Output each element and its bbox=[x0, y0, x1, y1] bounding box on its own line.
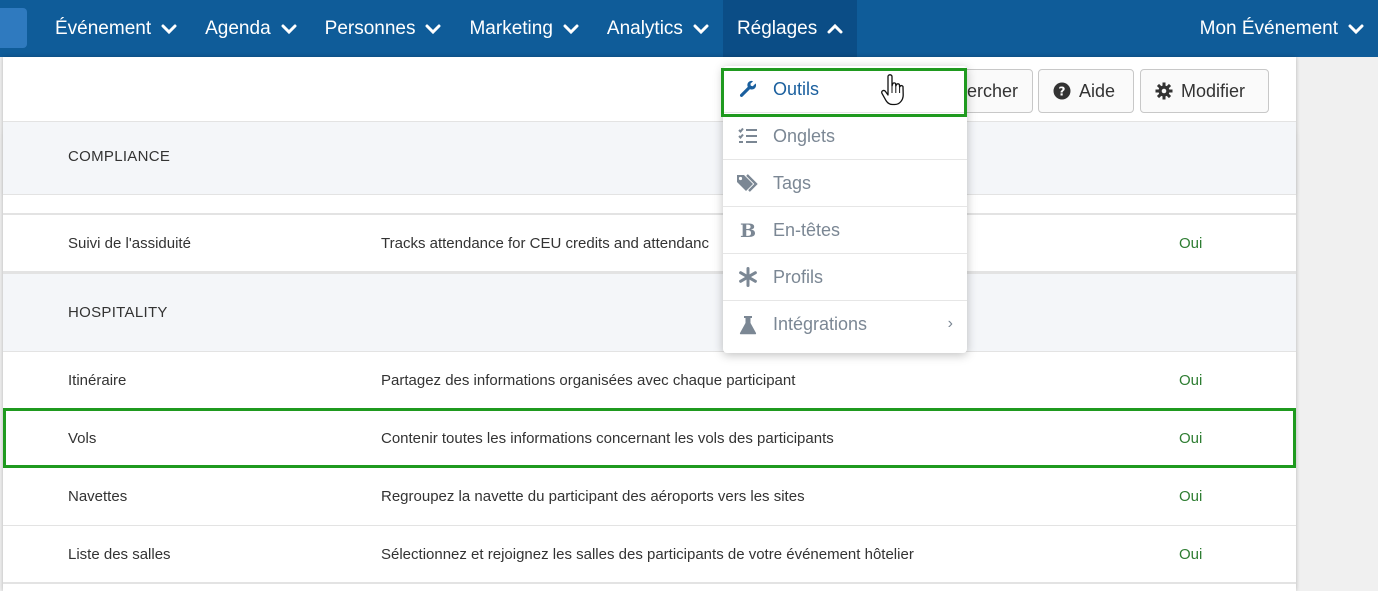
row-name: Vols bbox=[68, 430, 97, 447]
section-header-hospitality: HOSPITALITY bbox=[3, 273, 1296, 352]
asterisk-icon bbox=[723, 267, 773, 287]
row-name: Suivi de l'assiduité bbox=[68, 235, 191, 252]
help-button-label: Aide bbox=[1079, 80, 1116, 101]
row-status: Oui bbox=[1179, 372, 1203, 389]
nav-item-agenda[interactable]: Agenda bbox=[191, 0, 311, 57]
gear-icon bbox=[1155, 82, 1173, 100]
section-title: COMPLIANCE bbox=[68, 148, 171, 165]
svg-text:?: ? bbox=[1059, 85, 1066, 99]
row-status: Oui bbox=[1179, 235, 1203, 252]
bold-icon: B bbox=[723, 220, 773, 240]
nav-label: Agenda bbox=[205, 17, 271, 39]
nav-home-stub[interactable] bbox=[0, 8, 27, 48]
chevron-up-icon bbox=[827, 21, 843, 37]
row-description: Regroupez la navette du participant des … bbox=[381, 488, 805, 505]
question-circle-icon: ? bbox=[1053, 82, 1071, 100]
row-status: Oui bbox=[1179, 546, 1203, 563]
chevron-down-icon bbox=[425, 21, 441, 37]
nav-label: Réglages bbox=[736, 17, 818, 39]
table-row[interactable]: Suivi de l'assiduité Tracks attendance f… bbox=[3, 215, 1296, 273]
checklist-icon bbox=[723, 127, 773, 145]
nav-items: Événement Agenda Personnes Marketing Ana… bbox=[41, 0, 858, 57]
row-description: Sélectionnez et rejoignez les salles des… bbox=[381, 546, 914, 563]
hand-pointer-cursor-icon bbox=[880, 74, 908, 106]
chevron-down-icon bbox=[1348, 21, 1364, 37]
row-status: Oui bbox=[1179, 430, 1203, 447]
nav-label: Personnes bbox=[324, 17, 416, 39]
table-row[interactable]: Itinéraire Partagez des informations org… bbox=[3, 352, 1296, 410]
table-row[interactable]: Liste des salles Sélectionnez et rejoign… bbox=[3, 526, 1296, 584]
row-name: Navettes bbox=[68, 488, 128, 505]
section-title: HOSPITALITY bbox=[68, 304, 168, 321]
dropdown-item-label: Outils bbox=[773, 78, 820, 99]
nav-item-marketing[interactable]: Marketing bbox=[455, 0, 592, 57]
main-panel: ercher ? Aide Modifier COMPLIANCE Suivi … bbox=[3, 57, 1296, 591]
row-description: Partagez des informations organisées ave… bbox=[381, 372, 796, 389]
row-name: Liste des salles bbox=[68, 546, 171, 563]
table-row[interactable]: Navettes Regroupez la navette du partici… bbox=[3, 468, 1296, 526]
nav-item-evenement[interactable]: Événement bbox=[41, 0, 191, 57]
event-selector[interactable]: Mon Événement bbox=[1200, 0, 1364, 57]
chevron-down-icon bbox=[563, 21, 579, 37]
nav-item-analytics[interactable]: Analytics bbox=[593, 0, 723, 57]
top-nav: Événement Agenda Personnes Marketing Ana… bbox=[0, 0, 1378, 57]
dropdown-item-tags[interactable]: Tags bbox=[723, 160, 967, 207]
dropdown-item-label: Profils bbox=[773, 266, 824, 287]
row-description: Tracks attendance for CEU credits and at… bbox=[381, 235, 709, 252]
dropdown-item-label: Tags bbox=[773, 172, 812, 193]
section-header-compliance: COMPLIANCE bbox=[3, 121, 1296, 195]
nav-label: Analytics bbox=[606, 17, 683, 39]
dropdown-item-onglets[interactable]: Onglets bbox=[723, 113, 967, 160]
row-status: Oui bbox=[1179, 488, 1203, 505]
flask-icon bbox=[723, 315, 773, 335]
nav-item-reglages[interactable]: Réglages bbox=[722, 0, 858, 57]
dropdown-item-label: Intégrations bbox=[773, 314, 868, 334]
nav-label: Événement bbox=[55, 17, 152, 39]
dropdown-item-profils[interactable]: Profils bbox=[723, 254, 967, 301]
table-row[interactable]: Vols Contenir toutes les informations co… bbox=[3, 410, 1296, 468]
chevron-down-icon bbox=[281, 21, 297, 37]
dropdown-item-integrations[interactable]: Intégrations › bbox=[723, 301, 967, 348]
edit-button-label: Modifier bbox=[1181, 80, 1246, 101]
tags-icon bbox=[723, 173, 773, 193]
dropdown-item-label: Onglets bbox=[773, 125, 836, 146]
chevron-down-icon bbox=[693, 21, 709, 37]
help-button[interactable]: ? Aide bbox=[1038, 69, 1134, 113]
dropdown-item-outils[interactable]: Outils bbox=[723, 66, 967, 113]
chevron-down-icon bbox=[161, 21, 177, 37]
row-description: Contenir toutes les informations concern… bbox=[381, 430, 834, 447]
event-selector-label: Mon Événement bbox=[1199, 17, 1338, 39]
settings-dropdown: Outils Onglets Tags B En-têtes Profils I… bbox=[723, 66, 967, 353]
dropdown-item-en-tetes[interactable]: B En-têtes bbox=[723, 207, 967, 254]
toolbar: ercher ? Aide Modifier bbox=[3, 57, 1296, 121]
wrench-icon bbox=[723, 79, 773, 99]
svg-text:B: B bbox=[740, 220, 756, 240]
section-spacer bbox=[3, 195, 1296, 215]
nav-label: Marketing bbox=[469, 17, 553, 39]
edit-button[interactable]: Modifier bbox=[1140, 69, 1269, 113]
nav-item-personnes[interactable]: Personnes bbox=[311, 0, 456, 57]
dropdown-item-label: En-têtes bbox=[773, 219, 841, 240]
chevron-right-icon: › bbox=[947, 315, 953, 332]
row-name: Itinéraire bbox=[68, 372, 127, 389]
search-button-label: ercher bbox=[966, 80, 1018, 101]
